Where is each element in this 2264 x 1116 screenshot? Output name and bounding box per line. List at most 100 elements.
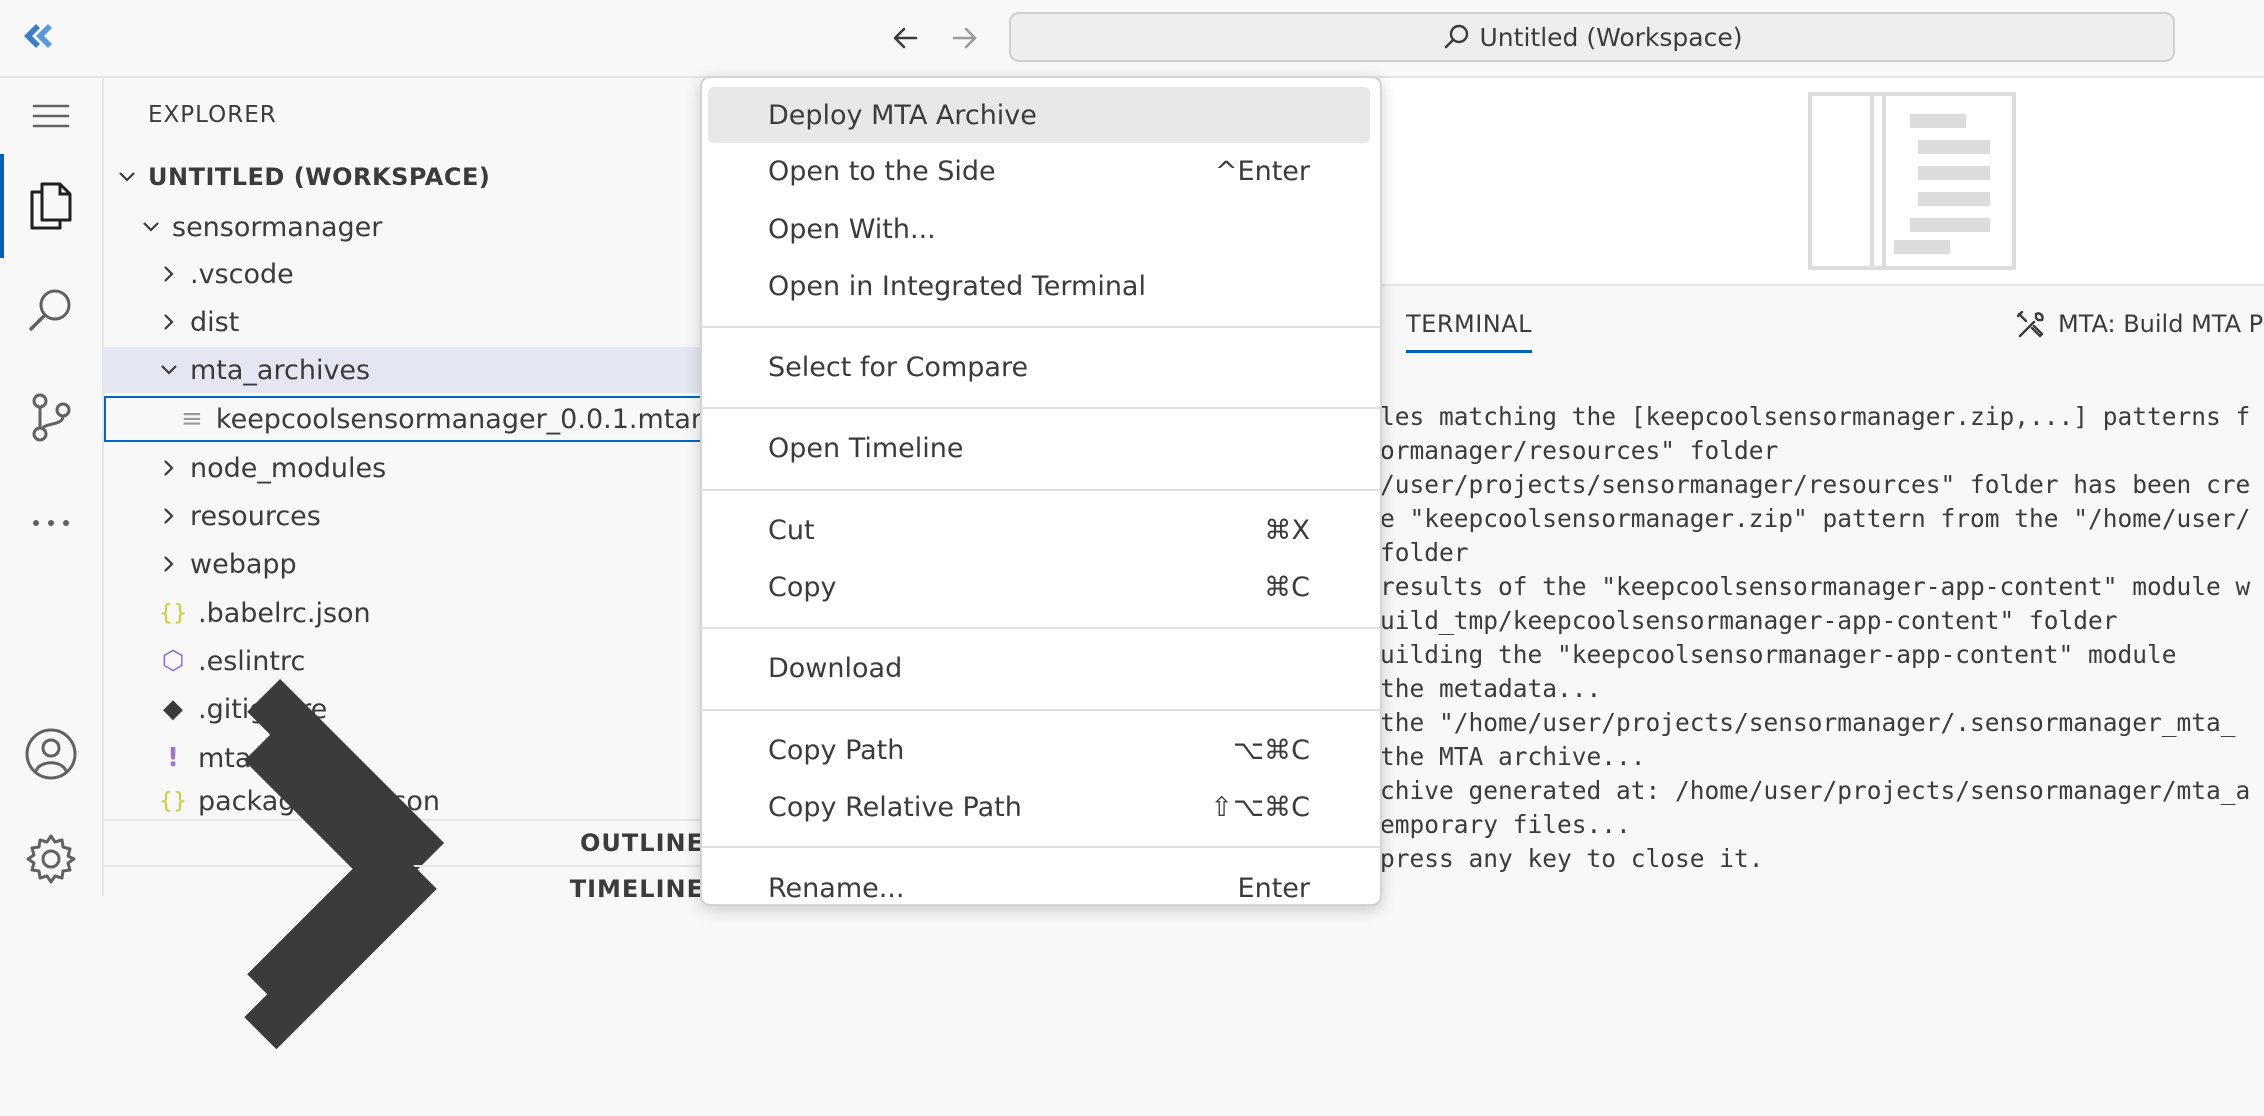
workspace-label: UNTITLED (WORKSPACE): [148, 163, 491, 191]
source-control-icon[interactable]: [22, 388, 80, 446]
tree-item[interactable]: webapp: [104, 541, 704, 587]
file-lines-icon: ≡: [181, 404, 203, 434]
files-icon[interactable]: [22, 176, 80, 234]
menu-item-label: Cut: [768, 514, 815, 546]
chevron-right-icon: [164, 556, 174, 572]
terminal-line: les matching the [keepcoolsensormanager.…: [1380, 402, 2251, 431]
search-icon: [1444, 24, 1468, 49]
menu-item-open-with[interactable]: Open With...: [708, 201, 1370, 257]
command-center-search[interactable]: Untitled (Workspace): [1009, 12, 2175, 62]
menu-item-label: Open With...: [768, 213, 936, 245]
terminal-line: folder: [1380, 538, 1469, 567]
tree-item-label: .vscode: [190, 258, 294, 290]
terminal-line: emporary files...: [1380, 810, 1631, 839]
terminal-line: uilding the "keepcoolsensormanager-app-c…: [1380, 640, 2177, 669]
menu-item-select-for-compare[interactable]: Select for Compare: [708, 339, 1370, 395]
tree-item-label: node_modules: [190, 452, 387, 484]
terminal-line: press any key to close it.: [1380, 844, 1764, 873]
terminal-line: results of the "keepcoolsensormanager-ap…: [1380, 572, 2251, 601]
terminal-line: chive generated at: /home/user/projects/…: [1380, 776, 2251, 805]
search-icon[interactable]: [22, 282, 80, 340]
active-tab-indicator: [1406, 350, 1532, 353]
hamburger-menu-icon[interactable]: [22, 87, 80, 145]
menu-item-label: Open to the Side: [768, 155, 996, 187]
menu-item-label: Copy: [768, 571, 837, 603]
chevron-right-icon: [164, 266, 174, 282]
command-center-label: Untitled (Workspace): [1479, 22, 1743, 52]
terminal-line: ormanager/resources" folder: [1380, 436, 1779, 465]
menu-item-copy[interactable]: Copy ⌘C: [708, 559, 1370, 615]
terminal-task-label[interactable]: MTA: Build MTA P: [2058, 310, 2263, 338]
menu-separator: [702, 489, 1380, 491]
timeline-section-header[interactable]: TIMELINE: [104, 728, 704, 1050]
menu-item-copy-relative-path[interactable]: Copy Relative Path ⇧⌥⌘C: [708, 779, 1370, 835]
tree-item-label: dist: [190, 306, 240, 338]
menu-item-open-to-side[interactable]: Open to the Side ^Enter: [708, 143, 1370, 199]
menu-item-shortcut: ^Enter: [1214, 155, 1310, 187]
menu-item-cut[interactable]: Cut ⌘X: [708, 502, 1370, 558]
menu-item-shortcut: Enter: [1237, 872, 1310, 904]
terminal-line: /user/projects/sensormanager/resources" …: [1380, 470, 2251, 499]
tree-item[interactable]: dist: [104, 299, 704, 345]
chevron-right-icon: [164, 508, 174, 524]
menu-item-open-in-terminal[interactable]: Open in Integrated Terminal: [708, 258, 1370, 314]
menu-item-label: Download: [768, 652, 903, 684]
menu-item-download[interactable]: Download: [708, 640, 1370, 696]
menu-item-shortcut: ⌘C: [1264, 571, 1310, 603]
menu-item-rename[interactable]: Rename... Enter: [708, 860, 1370, 916]
menu-separator: [702, 407, 1380, 409]
tree-item-label: mta_archives: [190, 354, 371, 386]
menu-item-label: Copy Relative Path: [768, 791, 1022, 823]
editor-watermark-icon: [1808, 92, 2016, 270]
timeline-label: TIMELINE: [569, 875, 704, 903]
menu-item-copy-path[interactable]: Copy Path ⌥⌘C: [708, 722, 1370, 778]
app-logo-icon: [24, 24, 52, 48]
tools-icon: [2016, 310, 2044, 338]
terminal-line: the metadata...: [1380, 674, 1602, 703]
menu-item-shortcut: ⇧⌥⌘C: [1210, 791, 1310, 823]
menu-separator: [702, 846, 1380, 848]
menu-item-label: Select for Compare: [768, 351, 1029, 383]
chevron-down-icon: [119, 172, 135, 182]
tab-terminal[interactable]: TERMINAL: [1406, 310, 1532, 338]
tree-item[interactable]: sensormanager: [104, 204, 704, 250]
workspace-header[interactable]: UNTITLED (WORKSPACE): [104, 154, 704, 200]
menu-item-shortcut: ⌥⌘C: [1233, 734, 1310, 766]
menu-item-label: Open Timeline: [768, 432, 964, 464]
menu-item-deploy-mta-archive[interactable]: Deploy MTA Archive: [708, 87, 1370, 143]
account-icon[interactable]: [22, 725, 80, 783]
gear-icon[interactable]: [22, 830, 80, 888]
tree-item[interactable]: mta_archives: [104, 347, 704, 393]
terminal-line: the MTA archive...: [1380, 742, 1646, 771]
tree-item-label: keepcoolsensormanager_0.0.1.mtar: [215, 403, 702, 435]
menu-separator: [702, 709, 1380, 711]
chevron-down-icon: [143, 222, 159, 232]
menu-item-label: Deploy MTA Archive: [768, 99, 1037, 131]
chevron-right-icon: [244, 728, 437, 1050]
tree-item[interactable]: node_modules: [104, 445, 704, 491]
menu-item-label: Open in Integrated Terminal: [768, 270, 1146, 302]
arrow-left-icon[interactable]: [886, 18, 926, 58]
menu-item-label: Rename...: [768, 872, 905, 904]
menu-separator: [702, 326, 1380, 328]
tree-item-label: webapp: [190, 548, 297, 580]
tree-item[interactable]: .vscode: [104, 251, 704, 297]
menu-item-open-timeline[interactable]: Open Timeline: [708, 420, 1370, 476]
explorer-title: EXPLORER: [148, 102, 277, 128]
outline-label: OUTLINE: [580, 829, 704, 857]
tree-item[interactable]: resources: [104, 493, 704, 539]
arrow-right-icon[interactable]: [944, 18, 984, 58]
menu-separator: [702, 627, 1380, 629]
chevron-right-icon: [164, 460, 174, 476]
tree-item[interactable]: ≡ keepcoolsensormanager_0.0.1.mtar: [104, 396, 704, 442]
terminal-line: the "/home/user/projects/sensormanager/.…: [1380, 708, 2236, 737]
terminal-line: uild_tmp/keepcoolsensormanager-app-conte…: [1380, 606, 2118, 635]
chevron-right-icon: [164, 314, 174, 330]
menu-item-shortcut: ⌘X: [1264, 514, 1311, 546]
active-view-indicator: [0, 154, 4, 258]
tree-item-label: resources: [190, 500, 321, 532]
chevron-down-icon: [161, 365, 177, 375]
tree-item-label: sensormanager: [172, 211, 383, 243]
more-icon[interactable]: [22, 494, 80, 552]
menu-item-label: Copy Path: [768, 734, 905, 766]
